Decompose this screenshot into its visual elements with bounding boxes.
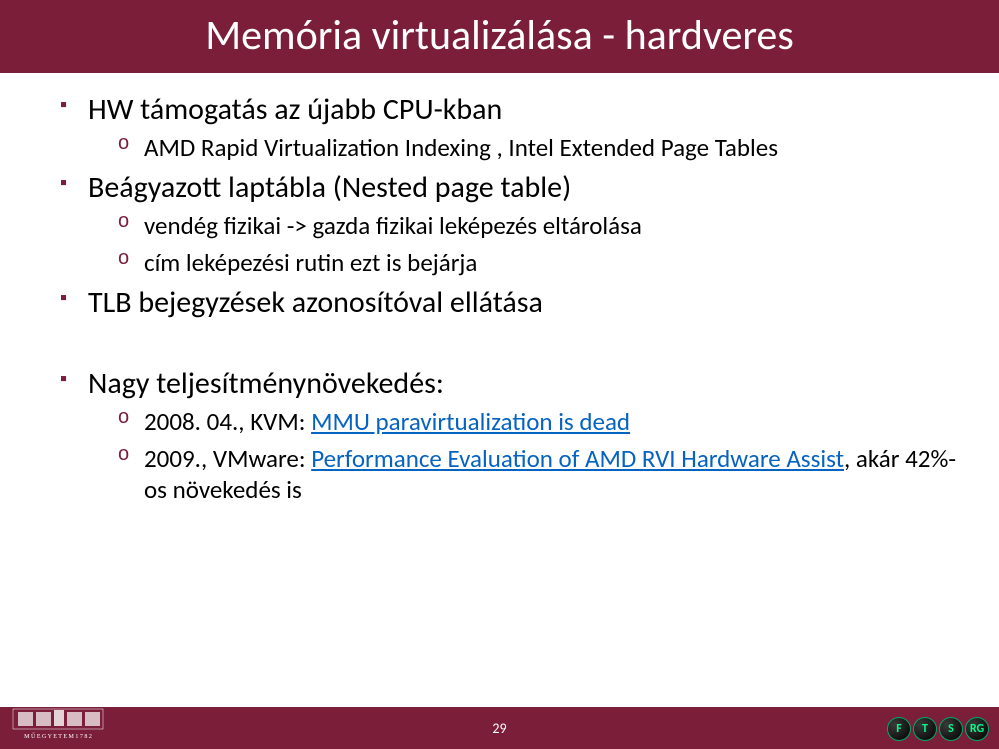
sub-list-item: cím leképezési rutin ezt is bejárja: [118, 247, 959, 278]
sub-list-item: 2009., VMware: Performance Evaluation of…: [118, 443, 959, 505]
badge-icon: S: [939, 717, 963, 741]
sub-item-prefix: 2008. 04., KVM:: [144, 406, 311, 437]
sub-item-text: AMD Rapid Virtualization Indexing , Inte…: [144, 132, 778, 163]
bullet-list: HW támogatás az újabb CPU-kban AMD Rapid…: [60, 91, 959, 505]
svg-text:M Ű E G Y E T E M 1 7 8 2: M Ű E G Y E T E M 1 7 8 2: [24, 732, 92, 740]
badge-icon: T: [913, 717, 937, 741]
list-item-text: Nagy teljesítménynövekedés:: [88, 365, 444, 402]
badge-icon: F: [887, 717, 911, 741]
list-item-text: TLB bejegyzések azonosítóval ellátása: [88, 284, 543, 321]
badge-icon: RG: [965, 717, 989, 741]
slide-header: Memória virtualizálása - hardveres: [0, 0, 999, 73]
link-mmu[interactable]: MMU paravirtualization is dead: [311, 406, 630, 437]
university-logo: M Ű E G Y E T E M 1 7 8 2: [8, 704, 108, 747]
footer-badges: F T S RG: [887, 717, 989, 741]
slide-title: Memória virtualizálása - hardveres: [205, 10, 794, 61]
link-amd-rvi[interactable]: Performance Evaluation of AMD RVI Hardwa…: [311, 443, 844, 474]
sub-item-prefix: 2009., VMware:: [144, 443, 311, 474]
sub-item-text: vendég fizikai -> gazda fizikai leképezé…: [144, 210, 642, 241]
slide-content: HW támogatás az újabb CPU-kban AMD Rapid…: [0, 73, 999, 505]
sub-list-item: vendég fizikai -> gazda fizikai leképezé…: [118, 210, 959, 241]
list-item: Beágyazott laptábla (Nested page table) …: [60, 169, 959, 278]
sub-list: AMD Rapid Virtualization Indexing , Inte…: [118, 132, 959, 163]
sub-list: vendég fizikai -> gazda fizikai leképezé…: [118, 210, 959, 278]
spacer: [60, 327, 959, 359]
list-item: HW támogatás az újabb CPU-kban AMD Rapid…: [60, 91, 959, 163]
page-number: 29: [492, 720, 506, 737]
sub-list-item: 2008. 04., KVM: MMU paravirtualization i…: [118, 406, 959, 437]
list-item-text: Beágyazott laptábla (Nested page table): [88, 169, 571, 206]
list-item-text: HW támogatás az újabb CPU-kban: [88, 91, 502, 128]
sub-list: 2008. 04., KVM: MMU paravirtualization i…: [118, 406, 959, 505]
slide-footer: M Ű E G Y E T E M 1 7 8 2 29 F T S RG: [0, 707, 999, 749]
sub-item-text: cím leképezési rutin ezt is bejárja: [144, 247, 477, 278]
list-item: Nagy teljesítménynövekedés: 2008. 04., K…: [60, 365, 959, 505]
sub-list-item: AMD Rapid Virtualization Indexing , Inte…: [118, 132, 959, 163]
list-item: TLB bejegyzések azonosítóval ellátása: [60, 284, 959, 321]
